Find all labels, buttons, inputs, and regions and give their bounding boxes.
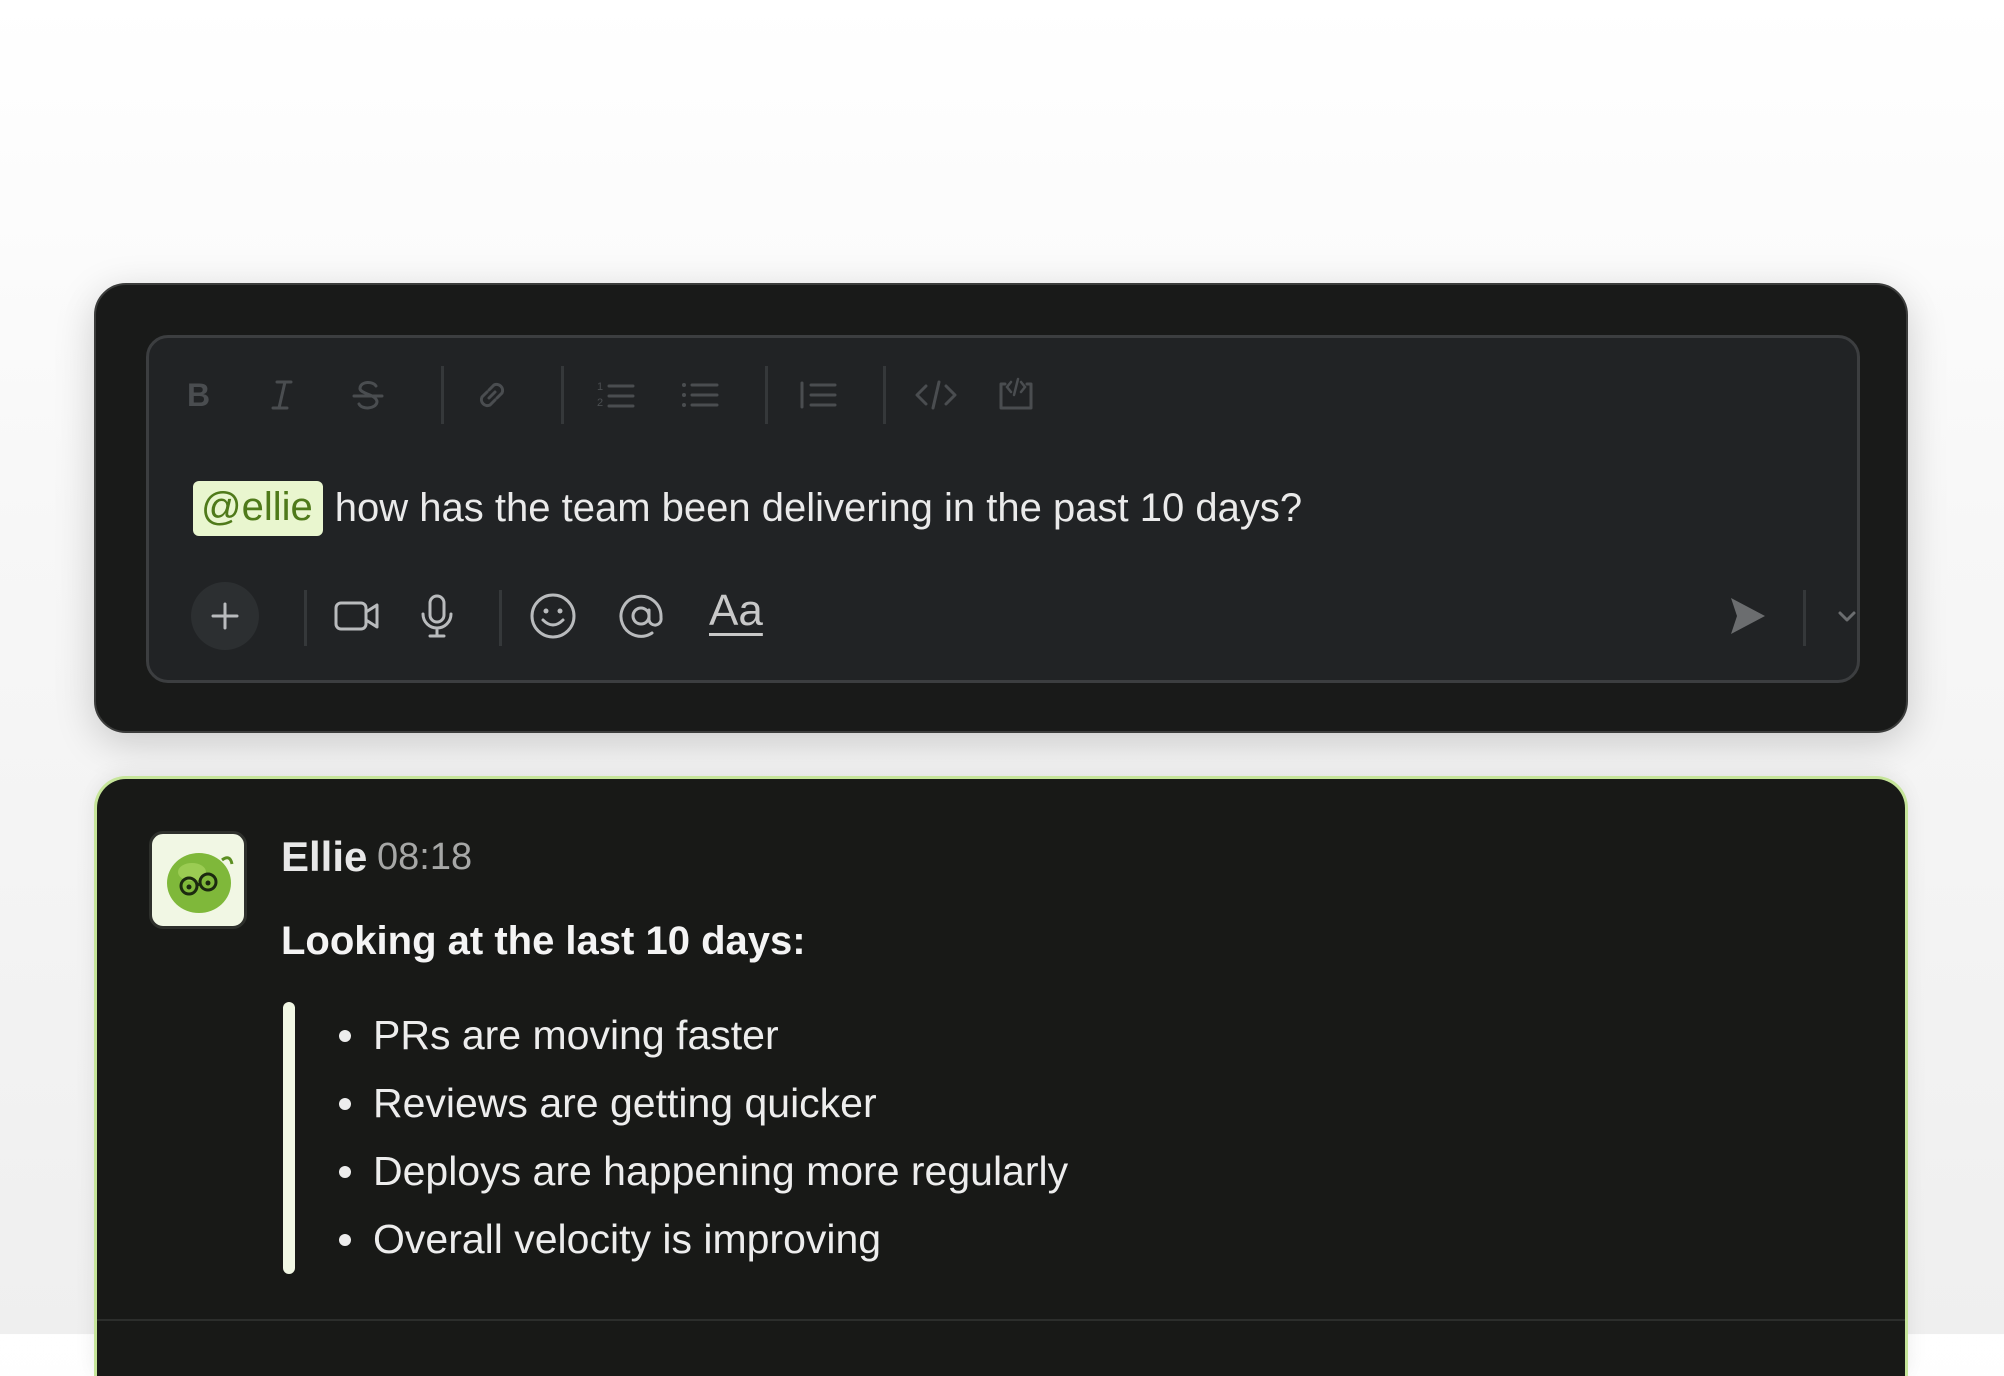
emoji-icon bbox=[530, 593, 576, 639]
divider bbox=[97, 1319, 1905, 1321]
bulleted-list-icon[interactable] bbox=[675, 370, 725, 420]
bullet-dot-icon bbox=[339, 1166, 351, 1178]
code-icon[interactable] bbox=[911, 370, 961, 420]
chevron-down-icon bbox=[1838, 611, 1856, 622]
italic-icon[interactable] bbox=[257, 370, 307, 420]
sender-name[interactable]: Ellie bbox=[281, 833, 367, 881]
list-item: Deploys are happening more regularly bbox=[317, 1137, 1068, 1205]
formatting-toolbar: B 12 bbox=[149, 338, 1857, 453]
text-format-button[interactable]: Aa bbox=[709, 586, 763, 636]
message-timestamp[interactable]: 08:18 bbox=[377, 836, 472, 879]
list-item-text: Deploys are happening more regularly bbox=[373, 1148, 1069, 1194]
at-icon bbox=[619, 594, 663, 638]
bullet-dot-icon bbox=[339, 1234, 351, 1246]
message-input[interactable]: @ellie how has the team been delivering … bbox=[193, 478, 1302, 538]
toolbar-separator bbox=[499, 590, 502, 646]
plus-icon bbox=[211, 602, 239, 630]
list-item: Overall velocity is improving bbox=[317, 1205, 1068, 1273]
toolbar-separator bbox=[883, 366, 886, 424]
bold-icon[interactable]: B bbox=[173, 370, 223, 420]
response-intro: Looking at the last 10 days: bbox=[281, 919, 806, 963]
lime-mascot-icon bbox=[167, 853, 234, 913]
avatar[interactable] bbox=[149, 831, 247, 929]
list-item-text: Overall velocity is improving bbox=[373, 1216, 882, 1262]
bullet-dot-icon bbox=[339, 1098, 351, 1110]
ordered-list-icon[interactable]: 12 bbox=[591, 370, 641, 420]
quote-bar bbox=[283, 1002, 295, 1274]
list-item: PRs are moving faster bbox=[317, 1001, 1068, 1069]
list-item: Reviews are getting quicker bbox=[317, 1069, 1068, 1137]
toolbar-separator bbox=[1803, 590, 1806, 646]
mention-button[interactable] bbox=[609, 584, 673, 648]
video-button[interactable] bbox=[325, 584, 389, 648]
svg-text:1: 1 bbox=[597, 381, 603, 393]
emoji-button[interactable] bbox=[521, 584, 585, 648]
send-icon bbox=[1731, 598, 1765, 634]
toolbar-separator bbox=[765, 366, 768, 424]
link-icon[interactable] bbox=[467, 370, 517, 420]
microphone-button[interactable] bbox=[405, 584, 469, 648]
send-button[interactable] bbox=[1715, 584, 1779, 648]
response-bullet-list: PRs are moving faster Reviews are gettin… bbox=[317, 1001, 1068, 1273]
send-options-button[interactable] bbox=[1815, 584, 1879, 648]
add-attachment-button[interactable] bbox=[191, 582, 259, 650]
mention-chip[interactable]: @ellie bbox=[193, 480, 323, 536]
list-item-text: PRs are moving faster bbox=[373, 1012, 779, 1058]
code-block-icon[interactable] bbox=[991, 370, 1041, 420]
svg-text:2: 2 bbox=[597, 397, 603, 409]
bot-response-card: Ellie 08:18 Looking at the last 10 days:… bbox=[94, 776, 1908, 1376]
toolbar-separator bbox=[304, 590, 307, 646]
composer-action-bar: Aa bbox=[149, 578, 1857, 658]
list-item-text: Reviews are getting quicker bbox=[373, 1080, 877, 1126]
strikethrough-icon[interactable] bbox=[343, 370, 393, 420]
svg-text:B: B bbox=[187, 377, 210, 413]
video-icon bbox=[334, 601, 379, 631]
toolbar-separator bbox=[441, 366, 444, 424]
microphone-icon bbox=[421, 594, 453, 638]
toolbar-separator bbox=[561, 366, 564, 424]
message-composer[interactable]: B 12 @ellie how has the team been delive… bbox=[146, 335, 1860, 683]
blockquote-icon[interactable] bbox=[793, 370, 843, 420]
message-text: how has the team been delivering in the … bbox=[334, 485, 1303, 530]
bullet-dot-icon bbox=[339, 1030, 351, 1042]
message-composer-card: B 12 @ellie how has the team been delive… bbox=[94, 283, 1908, 733]
